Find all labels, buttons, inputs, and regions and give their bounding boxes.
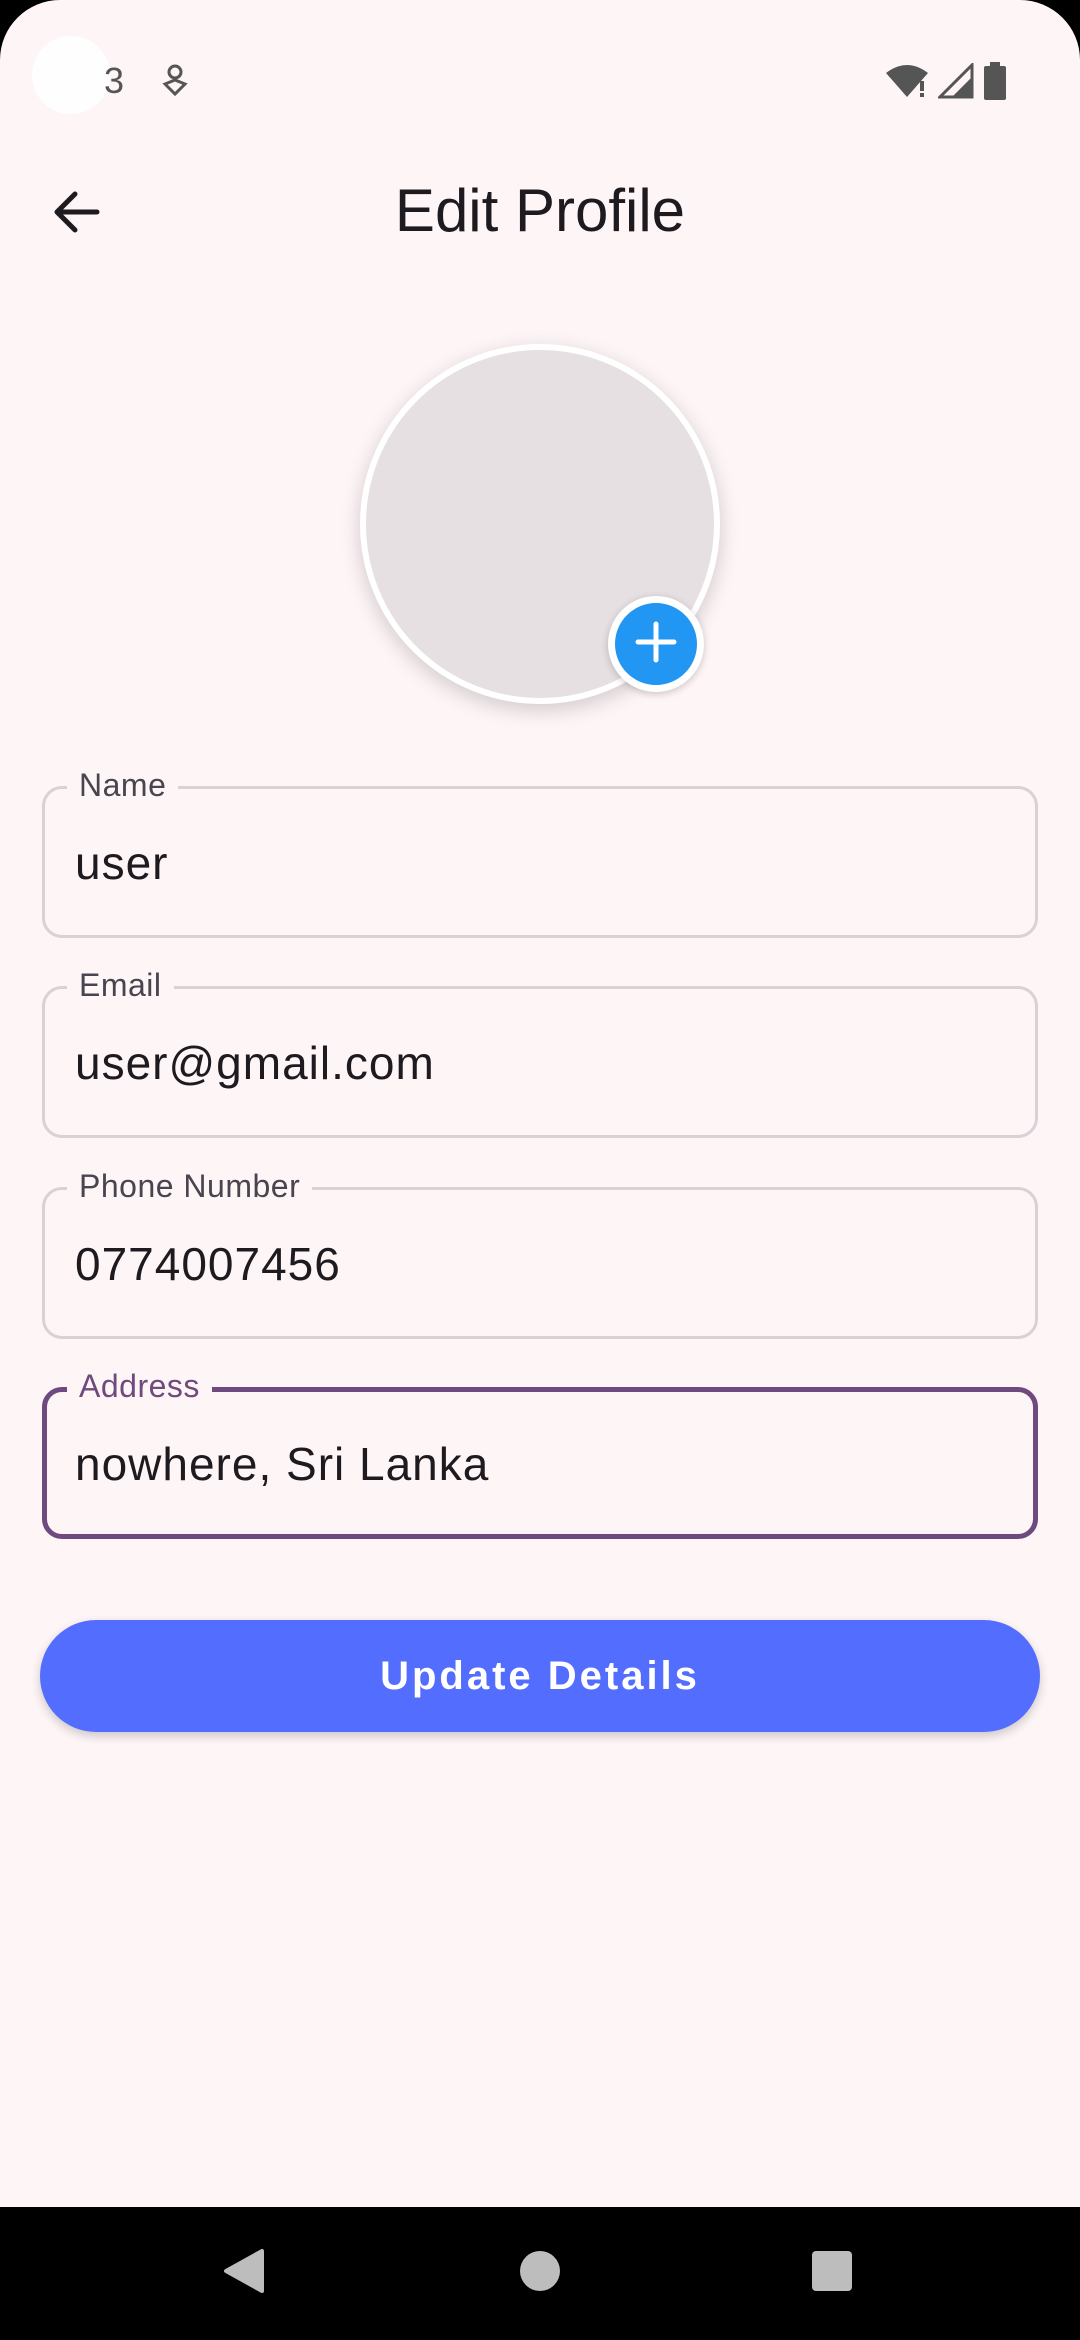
system-nav-bar [0,2207,1080,2340]
page-title: Edit Profile [394,177,686,244]
home-circle-icon [518,2249,562,2298]
add-photo-button[interactable] [608,596,704,692]
profile-photo-section [360,344,720,704]
email-field-label: Email [67,967,174,1004]
name-field-label: Name [67,767,179,804]
name-input[interactable] [75,833,1005,893]
recents-square-icon [810,2249,854,2298]
update-details-button[interactable]: Update Details [40,1620,1040,1732]
email-input[interactable] [75,1033,1005,1093]
address-field-label: Address [67,1368,212,1405]
name-field[interactable]: Name [42,767,1038,938]
back-triangle-icon [222,2247,266,2300]
phone-field[interactable]: Phone Number [42,1168,1038,1339]
app-screen: 3 Edit Profile Name user Email user@gmai… [0,0,1080,2340]
signal-icon [936,61,974,104]
status-bar: 3 [0,0,1080,120]
status-icons [886,61,1006,105]
address-field[interactable]: Address [42,1368,1038,1539]
plus-icon [634,620,678,669]
address-input[interactable] [75,1434,1005,1494]
app-bar: Edit Profile [0,150,1080,270]
notification-icon [160,62,190,102]
nav-recents-button[interactable] [802,2243,862,2303]
phone-input[interactable] [75,1234,1005,1294]
email-field[interactable]: Email [42,967,1038,1138]
phone-field-label: Phone Number [67,1168,313,1205]
wifi-icon [886,63,928,104]
nav-back-button[interactable] [214,2243,274,2303]
battery-icon [984,62,1006,105]
camera-cutout [32,36,110,114]
nav-home-button[interactable] [510,2243,570,2303]
status-time: 3 [104,60,125,101]
